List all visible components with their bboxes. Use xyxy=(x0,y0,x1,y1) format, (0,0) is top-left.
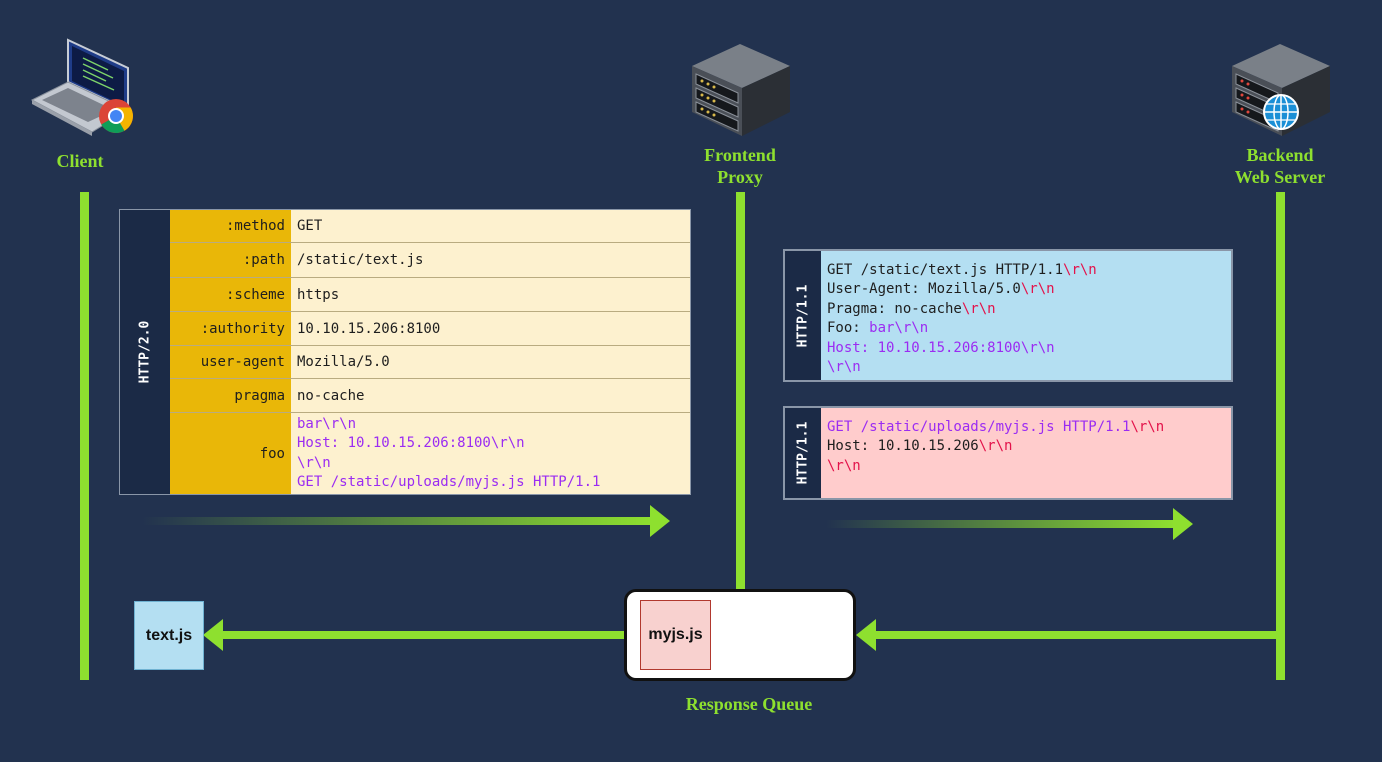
header-key: :method xyxy=(170,210,291,242)
header-line: Host: 10.10.15.206:8100\r\n xyxy=(827,339,1055,356)
backend-lifeline xyxy=(1276,192,1285,680)
http2-protocol-sidebar: HTTP/2.0 xyxy=(120,210,170,494)
header-key: foo xyxy=(170,413,291,494)
header-value: /static/text.js xyxy=(297,252,424,268)
frontend-proxy-label: Frontend Proxy xyxy=(704,145,776,187)
response-arrow-line xyxy=(874,631,1284,639)
table-row: pragma no-cache xyxy=(170,379,690,413)
header-key: pragma xyxy=(170,379,291,412)
http1-protocol-label: HTTP/1.1 xyxy=(795,284,811,347)
forward-arrow-line xyxy=(826,520,1176,528)
header-key: user-agent xyxy=(170,346,291,378)
header-line: Foo: bar\r\n xyxy=(827,320,929,337)
header-value: Mozilla/5.0 xyxy=(297,354,390,370)
http1-protocol-label: HTTP/1.1 xyxy=(795,421,811,485)
client-label: Client xyxy=(56,151,104,171)
web-server-icon xyxy=(1232,44,1330,136)
table-row: :scheme https xyxy=(170,278,690,312)
header-value: 10.10.15.206:8100 xyxy=(297,320,441,337)
queued-response: myjs.js xyxy=(640,600,711,670)
request-line: GET /static/uploads/myjs.js HTTP/1.1\r\n xyxy=(827,419,1165,435)
table-row: :path /static/text.js xyxy=(170,243,690,278)
forward-arrow-head xyxy=(1173,508,1193,540)
client-lifeline xyxy=(80,192,89,680)
table-row: foo bar\r\n Host: 10.10.15.206:8100\r\n … xyxy=(170,413,690,494)
http1-request-2: HTTP/1.1 GET /static/uploads/myjs.js HTT… xyxy=(783,406,1233,500)
request-line: GET /static/text.js HTTP/1.1\r\n xyxy=(827,262,1097,278)
http1-request-lines: GET /static/uploads/myjs.js HTTP/1.1\r\n… xyxy=(821,408,1231,498)
http2-header-rows: :method GET :path /static/text.js :schem… xyxy=(170,210,690,494)
header-line: Pragma: no-cache\r\n xyxy=(827,300,996,317)
request-arrow-line xyxy=(142,517,652,525)
delivered-arrow-line xyxy=(220,631,626,639)
http1-request-lines: GET /static/text.js HTTP/1.1\r\n User-Ag… xyxy=(821,251,1231,380)
header-line: Host: 10.10.15.206\r\n xyxy=(827,438,1013,455)
header-value: no-cache xyxy=(297,387,365,404)
header-key: :authority xyxy=(170,312,291,345)
table-row: :authority 10.10.15.206:8100 xyxy=(170,312,690,346)
header-key: :scheme xyxy=(170,278,291,311)
http2-request-table: HTTP/2.0 :method GET :path /static/text.… xyxy=(119,209,691,495)
client-received-response: text.js xyxy=(134,601,204,670)
header-key: :path xyxy=(170,243,291,277)
header-value: GET xyxy=(297,218,323,234)
http2-protocol-label: HTTP/2.0 xyxy=(137,320,153,384)
header-line: User-Agent: Mozilla/5.0\r\n xyxy=(827,281,1055,298)
smuggled-header-value: bar\r\n Host: 10.10.15.206:8100\r\n \r\n… xyxy=(297,415,601,490)
header-value: https xyxy=(297,286,340,303)
http1-protocol-sidebar: HTTP/1.1 xyxy=(785,251,821,380)
frontend-lifeline xyxy=(736,192,745,590)
http1-request-1: HTTP/1.1 GET /static/text.js HTTP/1.1\r\… xyxy=(783,249,1233,382)
response-arrow-head xyxy=(856,619,876,651)
header-line: \r\n xyxy=(827,359,861,376)
http1-protocol-sidebar: HTTP/1.1 xyxy=(785,408,821,498)
laptop-icon xyxy=(30,38,133,136)
server-icon xyxy=(692,44,790,136)
table-row: :method GET xyxy=(170,210,690,243)
table-row: user-agent Mozilla/5.0 xyxy=(170,346,690,379)
chrome-icon xyxy=(99,99,133,133)
globe-icon xyxy=(1263,94,1299,130)
request-arrow-head xyxy=(650,505,670,537)
header-line: \r\n xyxy=(827,457,861,474)
delivered-arrow-head xyxy=(203,619,223,651)
response-queue-label: Response Queue xyxy=(685,694,813,714)
backend-web-server-label: Backend Web Server xyxy=(1234,145,1326,187)
